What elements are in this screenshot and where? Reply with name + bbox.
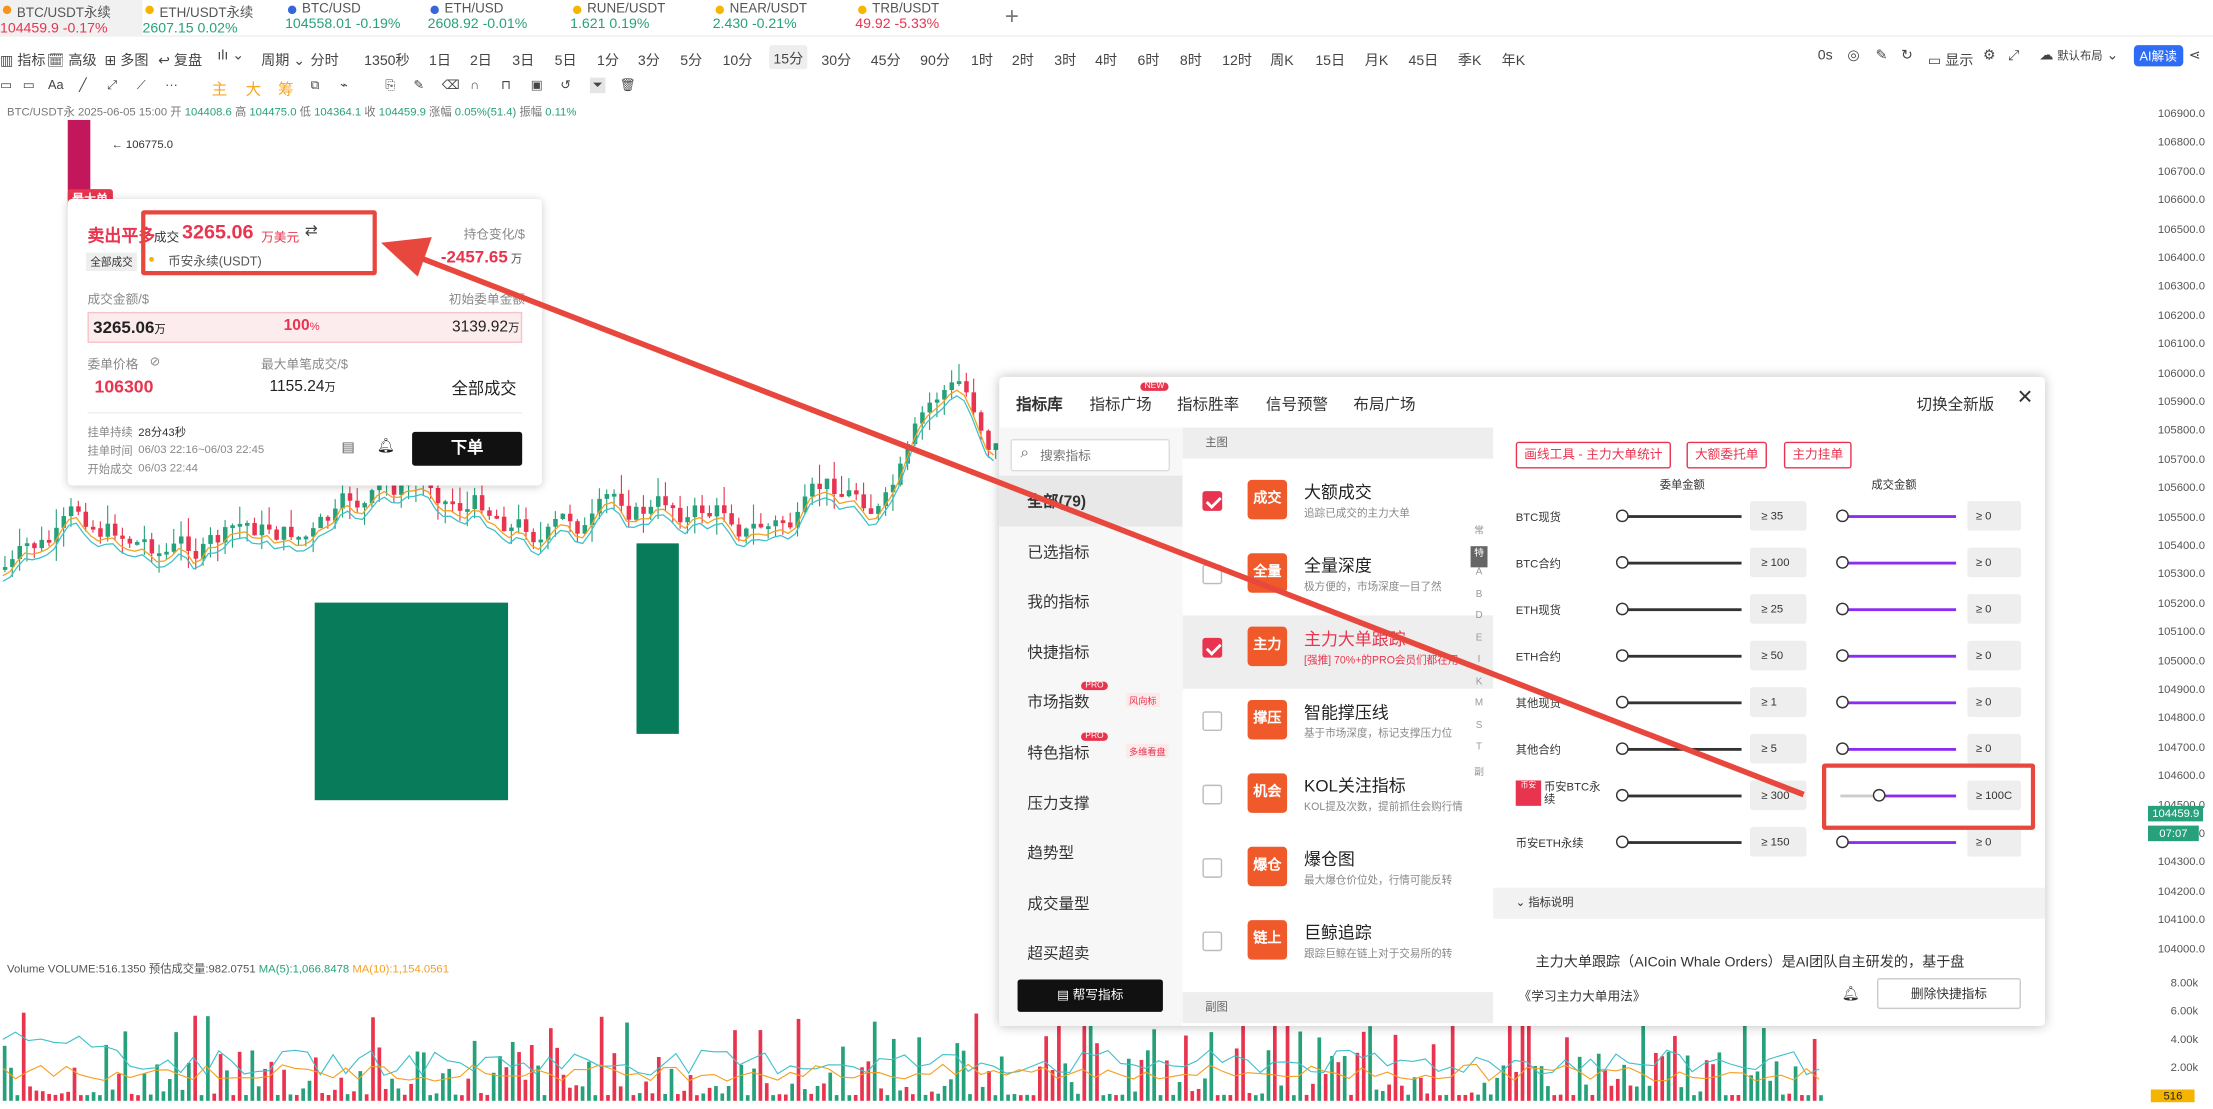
annotation-arrow [381,237,1805,798]
